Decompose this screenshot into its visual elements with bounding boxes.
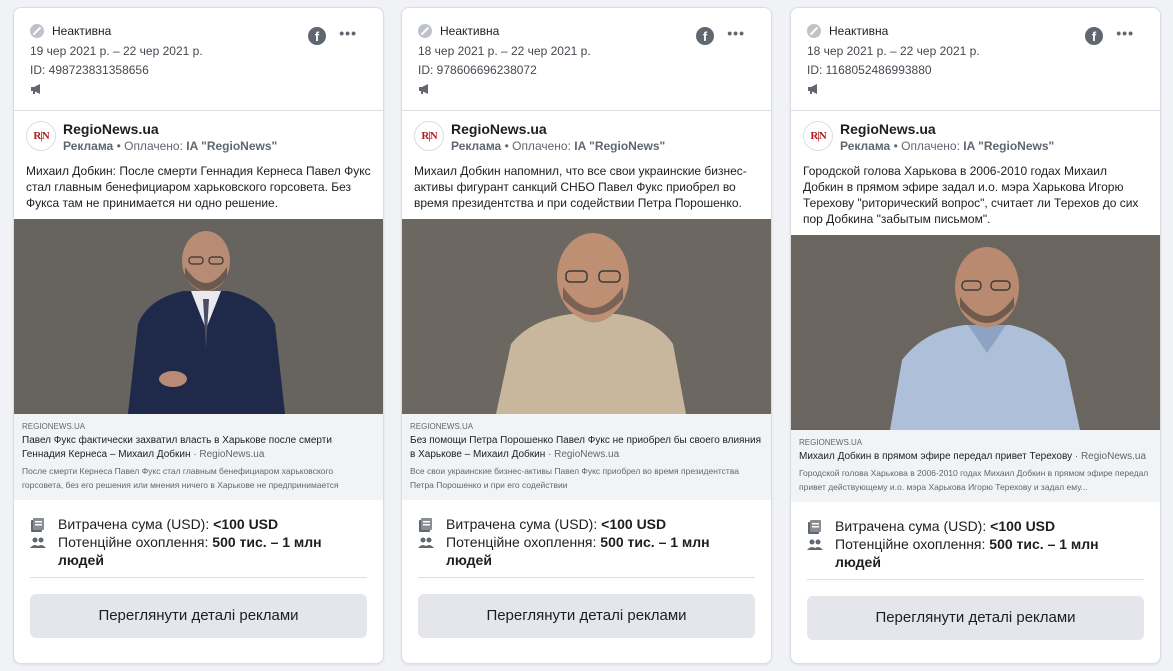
link-description: Все свои украинские бизнес-активы Павел … <box>410 466 739 490</box>
divider <box>807 579 1144 580</box>
people-icon <box>807 539 823 550</box>
sponsor-line: Реклама • Оплачено: IA "RegioNews" <box>63 139 278 153</box>
status-label: Неактивна <box>829 24 889 38</box>
ad-creative: R|N RegioNews.ua Реклама • Оплачено: IA … <box>791 111 1160 227</box>
page-name-link[interactable]: RegioNews.ua <box>451 121 665 138</box>
date-range: 19 чер 2021 р. – 22 чер 2021 р. <box>30 44 203 58</box>
link-title: Павел Фукс фактически захватил власть в … <box>22 435 332 460</box>
money-icon <box>808 520 821 534</box>
ad-stats: Витрачена сума (USD): <100 USD Потенційн… <box>402 500 771 578</box>
ad-image[interactable] <box>791 235 1160 430</box>
reach-row: Потенційне охоплення: 500 тис. – 1 млн л… <box>30 533 367 569</box>
ad-body-text: Михаил Добкин напомнил, что все свои укр… <box>414 164 747 210</box>
date-range: 18 чер 2021 р. – 22 чер 2021 р. <box>418 44 591 58</box>
megaphone-icon <box>31 84 40 94</box>
ad-card: Неактивна 19 чер 2021 р. – 22 чер 2021 р… <box>13 7 384 664</box>
page-row: R|N RegioNews.ua Реклама • Оплачено: IA … <box>26 121 371 155</box>
link-domain: REGIONEWS.UA <box>799 438 863 447</box>
people-icon <box>30 537 46 548</box>
ad-creative: R|N RegioNews.ua Реклама • Оплачено: IA … <box>402 111 771 211</box>
reach-row: Потенційне охоплення: 500 тис. – 1 млн л… <box>807 535 1144 571</box>
reach-row: Потенційне охоплення: 500 тис. – 1 млн л… <box>418 533 755 569</box>
ad-id: ID: 498723831358656 <box>30 63 149 77</box>
link-description: После смерти Кернеса Павел Фукс стал гла… <box>22 466 339 490</box>
ad-image[interactable] <box>402 219 771 414</box>
ad-body-text: Городской голова Харькова в 2006-2010 го… <box>803 164 1139 226</box>
spend-row: Витрачена сума (USD): <100 USD <box>807 517 1144 535</box>
ad-card: Неактивна 18 чер 2021 р. – 22 чер 2021 р… <box>790 7 1161 664</box>
link-description: Городской голова Харькова в 2006-2010 го… <box>799 468 1149 492</box>
ad-id: ID: 978606696238072 <box>418 63 537 77</box>
ad-card-header: Неактивна 18 чер 2021 р. – 22 чер 2021 р… <box>402 8 771 111</box>
ad-id: ID: 1168052486993880 <box>807 63 932 77</box>
link-title: Михаил Добкин в прямом эфире передал при… <box>799 451 1146 462</box>
sponsor-line: Реклама • Оплачено: IA "RegioNews" <box>840 139 1055 153</box>
more-options-icon[interactable]: ••• <box>1116 25 1134 41</box>
facebook-icon[interactable]: f <box>308 27 326 45</box>
link-preview[interactable]: REGIONEWS.UA Михаил Добкин в прямом эфир… <box>791 430 1160 502</box>
inactive-icon <box>30 24 44 38</box>
divider <box>30 577 367 578</box>
divider <box>418 577 755 578</box>
facebook-icon[interactable]: f <box>696 27 714 45</box>
money-icon <box>31 518 44 532</box>
people-icon <box>418 537 434 548</box>
spend-row: Витрачена сума (USD): <100 USD <box>418 515 755 533</box>
ad-image[interactable] <box>14 219 383 414</box>
ad-body-text: Михаил Добкин: После смерти Геннадия Кер… <box>26 164 371 210</box>
page-avatar[interactable]: R|N <box>414 121 444 151</box>
facebook-icon[interactable]: f <box>1085 27 1103 45</box>
date-range: 18 чер 2021 р. – 22 чер 2021 р. <box>807 44 980 58</box>
megaphone-icon <box>808 84 817 94</box>
page-name-link[interactable]: RegioNews.ua <box>63 121 277 138</box>
link-preview[interactable]: REGIONEWS.UA Без помощи Петра Порошенко … <box>402 414 771 500</box>
link-domain: REGIONEWS.UA <box>410 422 474 431</box>
megaphone-icon <box>419 84 428 94</box>
ad-card-header: Неактивна 18 чер 2021 р. – 22 чер 2021 р… <box>791 8 1160 111</box>
spend-row: Витрачена сума (USD): <100 USD <box>30 515 367 533</box>
inactive-icon <box>807 24 821 38</box>
more-options-icon[interactable]: ••• <box>727 25 745 41</box>
view-ad-details-button[interactable]: Переглянути деталі реклами <box>807 596 1144 640</box>
link-preview[interactable]: REGIONEWS.UA Павел Фукс фактически захва… <box>14 414 383 500</box>
page-name-link[interactable]: RegioNews.ua <box>840 121 1054 138</box>
inactive-icon <box>418 24 432 38</box>
link-title: Без помощи Петра Порошенко Павел Фукс не… <box>410 435 761 460</box>
status-label: Неактивна <box>440 24 500 38</box>
page-row: R|N RegioNews.ua Реклама • Оплачено: IA … <box>414 121 759 155</box>
view-ad-details-button[interactable]: Переглянути деталі реклами <box>30 594 367 638</box>
ad-stats: Витрачена сума (USD): <100 USD Потенційн… <box>791 502 1160 580</box>
view-ad-details-button[interactable]: Переглянути деталі реклами <box>418 594 755 638</box>
page-avatar[interactable]: R|N <box>26 121 56 151</box>
ad-card: Неактивна 18 чер 2021 р. – 22 чер 2021 р… <box>401 7 772 664</box>
money-icon <box>419 518 432 532</box>
link-domain: REGIONEWS.UA <box>22 422 86 431</box>
ad-stats: Витрачена сума (USD): <100 USD Потенційн… <box>14 500 383 578</box>
ad-card-header: Неактивна 19 чер 2021 р. – 22 чер 2021 р… <box>14 8 383 111</box>
page-avatar[interactable]: R|N <box>803 121 833 151</box>
ad-creative: R|N RegioNews.ua Реклама • Оплачено: IA … <box>14 111 383 211</box>
page-row: R|N RegioNews.ua Реклама • Оплачено: IA … <box>803 121 1148 155</box>
status-label: Неактивна <box>52 24 112 38</box>
sponsor-line: Реклама • Оплачено: IA "RegioNews" <box>451 139 666 153</box>
more-options-icon[interactable]: ••• <box>339 25 357 41</box>
